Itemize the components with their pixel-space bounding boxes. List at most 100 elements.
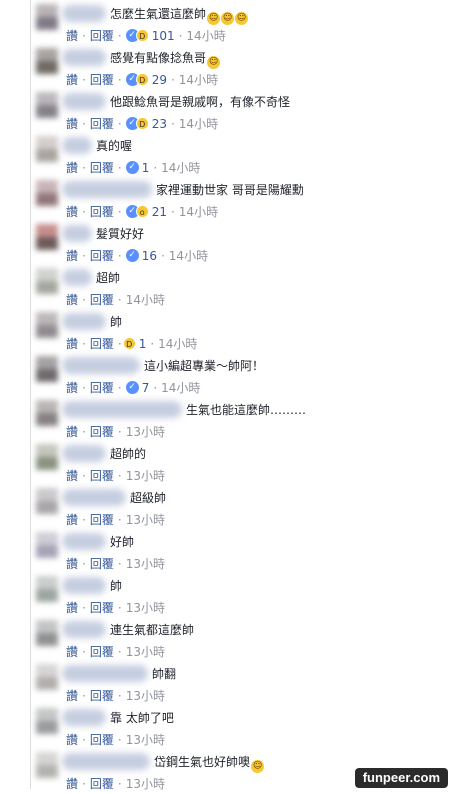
like-link[interactable]: 讚 <box>66 116 78 132</box>
commenter-name-blurred[interactable] <box>62 665 148 682</box>
reply-link[interactable]: 回覆 <box>90 248 114 264</box>
avatar[interactable] <box>36 180 58 206</box>
comment-timestamp[interactable]: 13小時 <box>126 468 165 484</box>
like-link[interactable]: 讚 <box>66 72 78 88</box>
commenter-name-blurred[interactable] <box>62 49 106 66</box>
like-link[interactable]: 讚 <box>66 336 78 352</box>
comment-timestamp[interactable]: 13小時 <box>126 556 165 572</box>
reply-link[interactable]: 回覆 <box>90 776 114 792</box>
commenter-name-blurred[interactable] <box>62 577 106 594</box>
comment-timestamp[interactable]: 14小時 <box>169 248 208 264</box>
reaction-summary[interactable]: ✓ D 101 <box>125 28 175 44</box>
reply-link[interactable]: 回覆 <box>90 600 114 616</box>
avatar[interactable] <box>36 488 58 514</box>
reaction-summary[interactable]: D1 <box>122 336 146 352</box>
commenter-name-blurred[interactable] <box>62 489 126 506</box>
commenter-name-blurred[interactable] <box>62 533 106 550</box>
like-link[interactable]: 讚 <box>66 380 78 396</box>
avatar[interactable] <box>36 620 58 646</box>
comment-timestamp[interactable]: 13小時 <box>126 688 165 704</box>
avatar[interactable] <box>36 224 58 250</box>
avatar[interactable] <box>36 664 58 690</box>
like-link[interactable]: 讚 <box>66 512 78 528</box>
reaction-summary[interactable]: ✓ D 23 <box>125 116 167 132</box>
avatar[interactable] <box>36 48 58 74</box>
comment-timestamp[interactable]: 14小時 <box>179 204 218 220</box>
reaction-summary[interactable]: ✓ 1 <box>125 160 149 176</box>
commenter-name-blurred[interactable] <box>62 753 150 770</box>
commenter-name-blurred[interactable] <box>62 137 92 154</box>
commenter-name-blurred[interactable] <box>62 93 106 110</box>
comment-timestamp[interactable]: 14小時 <box>161 160 200 176</box>
reply-link[interactable]: 回覆 <box>90 116 114 132</box>
comment-timestamp[interactable]: 14小時 <box>161 380 200 396</box>
comment-timestamp[interactable]: 13小時 <box>126 732 165 748</box>
reaction-summary[interactable]: ✓ D 29 <box>125 72 167 88</box>
commenter-name-blurred[interactable] <box>62 621 106 638</box>
reaction-summary[interactable]: ✓ 7 <box>125 380 149 396</box>
like-link[interactable]: 讚 <box>66 732 78 748</box>
reply-link[interactable]: 回覆 <box>90 160 114 176</box>
comment-timestamp[interactable]: 13小時 <box>126 424 165 440</box>
commenter-name-blurred[interactable] <box>62 225 92 242</box>
avatar[interactable] <box>36 400 58 426</box>
reaction-summary[interactable]: ✓ o 21 <box>125 204 167 220</box>
reply-link[interactable]: 回覆 <box>90 468 114 484</box>
avatar[interactable] <box>36 576 58 602</box>
reaction-summary[interactable]: ✓ 16 <box>125 248 157 264</box>
avatar[interactable] <box>36 708 58 734</box>
avatar[interactable] <box>36 312 58 338</box>
commenter-name-blurred[interactable] <box>62 357 140 374</box>
avatar[interactable] <box>36 268 58 294</box>
comment-timestamp[interactable]: 14小時 <box>179 72 218 88</box>
comment-timestamp[interactable]: 13小時 <box>126 644 165 660</box>
avatar[interactable] <box>36 356 58 382</box>
like-link[interactable]: 讚 <box>66 248 78 264</box>
separator-dot: · <box>117 425 122 439</box>
reply-link[interactable]: 回覆 <box>90 732 114 748</box>
comment-timestamp[interactable]: 13小時 <box>126 512 165 528</box>
avatar[interactable] <box>36 532 58 558</box>
comment-timestamp[interactable]: 14小時 <box>158 336 197 352</box>
like-link[interactable]: 讚 <box>66 160 78 176</box>
like-link[interactable]: 讚 <box>66 688 78 704</box>
comment-text: 好帥 <box>110 535 135 549</box>
like-link[interactable]: 讚 <box>66 644 78 660</box>
reply-link[interactable]: 回覆 <box>90 380 114 396</box>
reply-link[interactable]: 回覆 <box>90 556 114 572</box>
like-link[interactable]: 讚 <box>66 28 78 44</box>
like-link[interactable]: 讚 <box>66 468 78 484</box>
commenter-name-blurred[interactable] <box>62 401 182 418</box>
comment-timestamp[interactable]: 14小時 <box>126 292 165 308</box>
like-link[interactable]: 讚 <box>66 292 78 308</box>
avatar[interactable] <box>36 4 58 30</box>
like-link[interactable]: 讚 <box>66 600 78 616</box>
commenter-name-blurred[interactable] <box>62 181 152 198</box>
avatar[interactable] <box>36 92 58 118</box>
commenter-name-blurred[interactable] <box>62 5 106 22</box>
reply-link[interactable]: 回覆 <box>90 204 114 220</box>
like-link[interactable]: 讚 <box>66 776 78 792</box>
reply-link[interactable]: 回覆 <box>90 292 114 308</box>
reply-link[interactable]: 回覆 <box>90 336 114 352</box>
commenter-name-blurred[interactable] <box>62 709 106 726</box>
reply-link[interactable]: 回覆 <box>90 72 114 88</box>
comment-timestamp[interactable]: 14小時 <box>186 28 225 44</box>
comment-timestamp[interactable]: 13小時 <box>126 776 165 792</box>
commenter-name-blurred[interactable] <box>62 313 106 330</box>
reply-link[interactable]: 回覆 <box>90 512 114 528</box>
avatar[interactable] <box>36 444 58 470</box>
like-link[interactable]: 讚 <box>66 556 78 572</box>
reply-link[interactable]: 回覆 <box>90 688 114 704</box>
comment-timestamp[interactable]: 13小時 <box>126 600 165 616</box>
like-link[interactable]: 讚 <box>66 204 78 220</box>
reply-link[interactable]: 回覆 <box>90 644 114 660</box>
reply-link[interactable]: 回覆 <box>90 28 114 44</box>
comment-timestamp[interactable]: 14小時 <box>179 116 218 132</box>
commenter-name-blurred[interactable] <box>62 269 92 286</box>
avatar[interactable] <box>36 136 58 162</box>
reply-link[interactable]: 回覆 <box>90 424 114 440</box>
avatar[interactable] <box>36 752 58 778</box>
commenter-name-blurred[interactable] <box>62 445 106 462</box>
like-link[interactable]: 讚 <box>66 424 78 440</box>
